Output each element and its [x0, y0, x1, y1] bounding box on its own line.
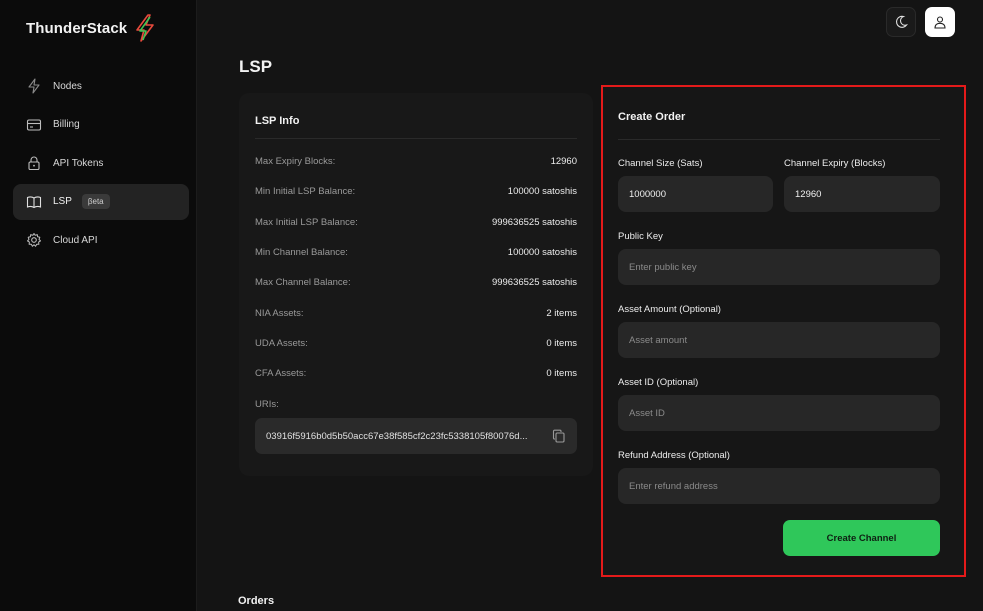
info-value: 0 items [546, 338, 577, 349]
divider [618, 139, 940, 140]
uri-text: 03916f5916b0d5b50acc67e38f585cf2c23fc533… [266, 430, 528, 442]
asset-amount-input[interactable] [618, 322, 940, 358]
info-label: NIA Assets: [255, 308, 304, 319]
create-channel-button[interactable]: Create Channel [783, 520, 940, 556]
info-label: Max Channel Balance: [255, 277, 351, 288]
page-title: LSP [239, 57, 273, 76]
sidebar-item-nodes[interactable]: Nodes [13, 68, 189, 104]
info-row: Max Channel Balance: 999636525 satoshis [255, 277, 577, 288]
beta-badge: βeta [81, 194, 110, 209]
gear-icon [26, 232, 42, 248]
user-menu-button[interactable] [925, 7, 955, 37]
theme-toggle-button[interactable] [886, 7, 916, 37]
create-order-title: Create Order [618, 111, 686, 123]
info-row: NIA Assets: 2 items [255, 308, 577, 319]
sidebar-item-api-tokens[interactable]: API Tokens [13, 145, 189, 181]
info-value: 0 items [546, 368, 577, 379]
copy-icon[interactable] [552, 429, 566, 443]
info-row: Max Expiry Blocks: 12960 [255, 156, 577, 167]
sidebar-item-label: Nodes [53, 80, 82, 92]
info-label: Max Expiry Blocks: [255, 156, 336, 167]
bolt-logo-icon [136, 14, 155, 42]
sidebar: ThunderStack Nodes Billing API Tokens LS… [0, 0, 197, 611]
sidebar-item-label: LSP [53, 196, 72, 207]
info-value: 999636525 satoshis [491, 277, 577, 288]
asset-id-input[interactable] [618, 395, 940, 431]
refund-address-label: Refund Address (Optional) [618, 450, 730, 461]
sidebar-item-cloud-api[interactable]: Cloud API [13, 222, 189, 258]
channel-size-label: Channel Size (Sats) [618, 158, 703, 169]
info-value: 100000 satoshis [507, 186, 577, 197]
book-icon [26, 194, 42, 210]
sidebar-item-label: API Tokens [53, 157, 104, 169]
info-value: 12960 [550, 156, 577, 167]
info-label: Max Initial LSP Balance: [255, 217, 358, 228]
uri-field[interactable]: 03916f5916b0d5b50acc67e38f585cf2c23fc533… [255, 418, 577, 454]
uris-label: URIs: [255, 399, 279, 410]
orders-title: Orders [238, 595, 275, 607]
asset-id-label: Asset ID (Optional) [618, 377, 699, 388]
moon-icon [896, 15, 908, 28]
info-row: CFA Assets: 0 items [255, 368, 577, 379]
public-key-label: Public Key [618, 231, 663, 242]
info-value: 2 items [546, 308, 577, 319]
info-row: Min Channel Balance: 100000 satoshis [255, 247, 577, 258]
brand-logo[interactable]: ThunderStack [26, 14, 157, 42]
channel-expiry-input[interactable] [784, 176, 940, 212]
card-icon [26, 117, 42, 133]
sidebar-nav: Nodes Billing API Tokens LSP βeta Cloud … [13, 68, 189, 261]
info-row: Min Initial LSP Balance: 100000 satoshis [255, 186, 577, 197]
info-row: Max Initial LSP Balance: 999636525 satos… [255, 217, 577, 228]
lock-icon [26, 155, 42, 171]
lsp-info-card: LSP Info Max Expiry Blocks: 12960 Min In… [239, 93, 593, 476]
channel-expiry-label: Channel Expiry (Blocks) [784, 158, 886, 169]
info-label: UDA Assets: [255, 338, 308, 349]
public-key-input[interactable] [618, 249, 940, 285]
info-label: Min Channel Balance: [255, 247, 348, 258]
info-label: Min Initial LSP Balance: [255, 186, 356, 197]
divider [255, 138, 577, 139]
asset-amount-label: Asset Amount (Optional) [618, 304, 721, 315]
info-value: 100000 satoshis [507, 247, 577, 258]
info-value: 999636525 satoshis [491, 217, 577, 228]
sidebar-item-billing[interactable]: Billing [13, 107, 189, 143]
channel-size-input[interactable] [618, 176, 773, 212]
user-icon [934, 16, 946, 29]
sidebar-item-label: Cloud API [53, 234, 98, 246]
sidebar-item-label: Billing [53, 119, 80, 130]
brand-name: ThunderStack [26, 19, 128, 37]
bolt-icon [26, 78, 42, 94]
info-label: CFA Assets: [255, 368, 307, 379]
refund-address-input[interactable] [618, 468, 940, 504]
create-order-card: Create Order Channel Size (Sats) Channel… [601, 85, 966, 577]
sidebar-item-lsp[interactable]: LSP βeta [13, 183, 189, 220]
info-row: UDA Assets: 0 items [255, 338, 577, 349]
lsp-info-title: LSP Info [255, 115, 300, 127]
